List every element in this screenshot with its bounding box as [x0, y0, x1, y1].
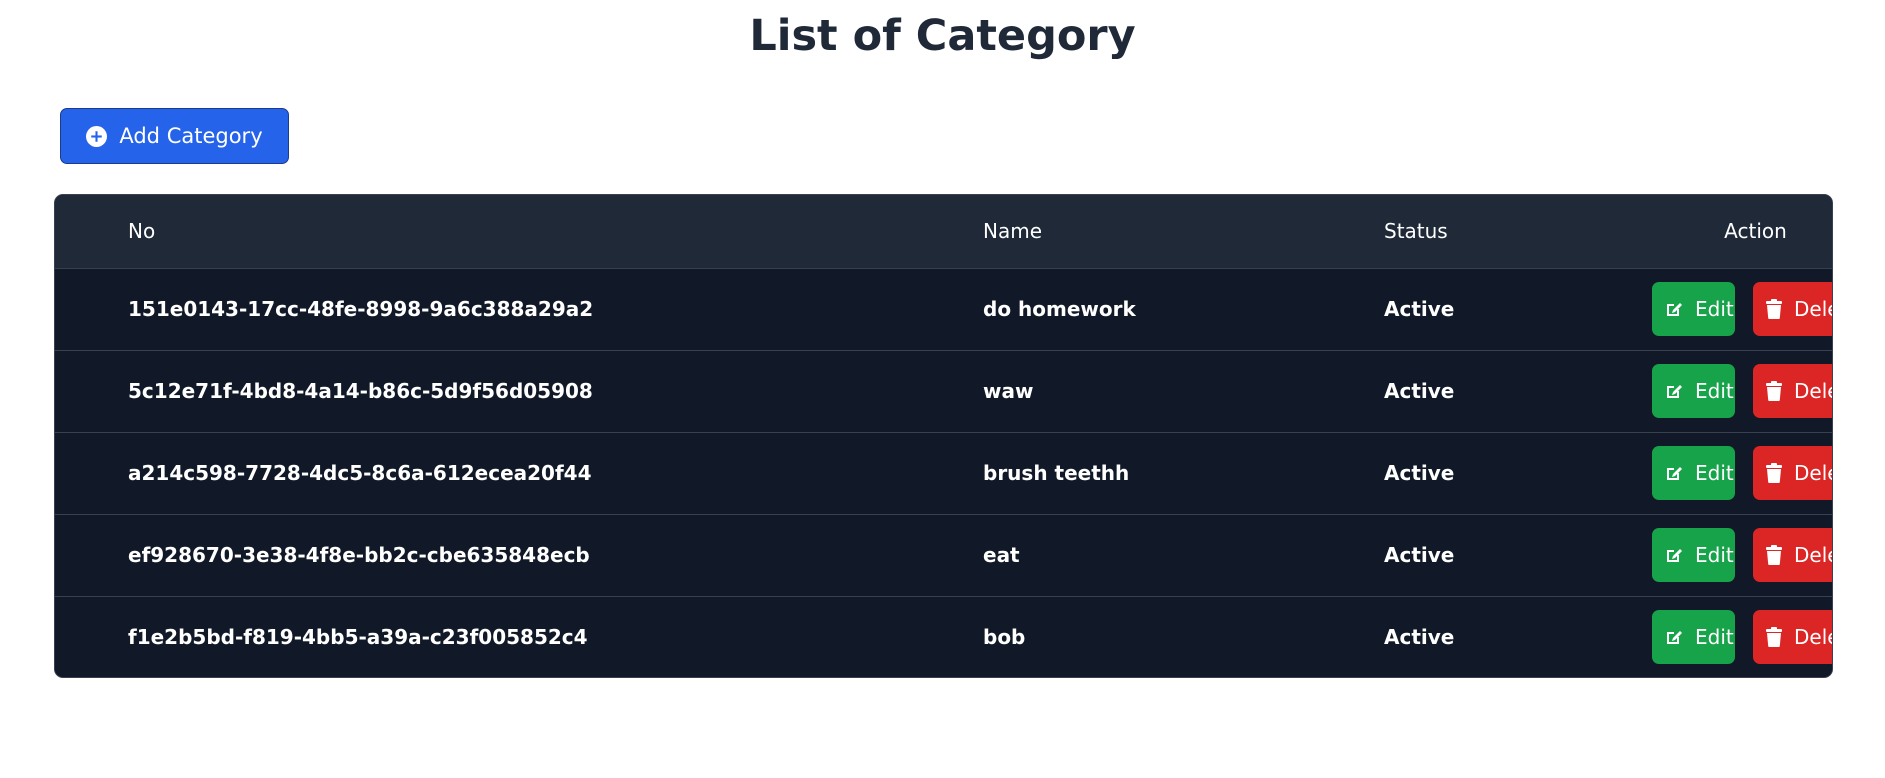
cell-no: 5c12e71f-4bd8-4a14-b86c-5d9f56d05908	[128, 379, 593, 403]
cell-action: Edit Delete	[1604, 596, 1832, 677]
trash-icon	[1765, 299, 1783, 319]
edit-label: Edit	[1695, 543, 1734, 567]
cell-name: brush teethh	[983, 461, 1130, 485]
table-row: a214c598-7728-4dc5-8c6a-612ecea20f44 bru…	[55, 432, 1832, 514]
cell-status: Active	[1384, 297, 1455, 321]
table-row: f1e2b5bd-f819-4bb5-a39a-c23f005852c4 bob…	[55, 596, 1832, 677]
cell-action: Edit Delete	[1604, 432, 1832, 514]
delete-label: Delete	[1794, 625, 1832, 650]
page: List of Category Add Category No Name St…	[0, 0, 1885, 778]
table-header-row: No Name Status Action	[55, 195, 1832, 269]
cell-name: bob	[983, 625, 1026, 650]
category-table: No Name Status Action 151e0143-17cc-48fe…	[54, 194, 1833, 678]
add-category-button[interactable]: Add Category	[60, 108, 289, 164]
trash-icon	[1765, 463, 1783, 483]
delete-button[interactable]: Delete	[1753, 364, 1832, 418]
edit-button[interactable]: Edit	[1652, 610, 1735, 665]
header-no: No	[55, 195, 983, 269]
cell-status: Active	[1384, 625, 1455, 650]
edit-label: Edit	[1695, 625, 1734, 650]
trash-icon	[1765, 381, 1783, 401]
delete-label: Delete	[1794, 461, 1832, 485]
header-name: Name	[983, 195, 1384, 269]
edit-icon	[1664, 463, 1684, 483]
trash-icon	[1765, 627, 1783, 648]
add-category-label: Add Category	[119, 124, 263, 148]
cell-action: Edit Delete	[1604, 268, 1832, 350]
edit-button[interactable]: Edit	[1652, 528, 1735, 582]
header-status: Status	[1384, 195, 1604, 269]
delete-label: Delete	[1794, 379, 1832, 403]
cell-no: 151e0143-17cc-48fe-8998-9a6c388a29a2	[128, 297, 594, 321]
delete-button[interactable]: Delete	[1753, 446, 1832, 500]
edit-icon	[1664, 627, 1684, 647]
edit-label: Edit	[1695, 379, 1734, 403]
cell-status: Active	[1384, 461, 1455, 485]
trash-icon	[1765, 545, 1783, 565]
delete-label: Delete	[1794, 297, 1832, 321]
cell-name: do homework	[983, 297, 1136, 321]
table-row: 151e0143-17cc-48fe-8998-9a6c388a29a2 do …	[55, 268, 1832, 350]
edit-label: Edit	[1695, 297, 1734, 321]
cell-no: f1e2b5bd-f819-4bb5-a39a-c23f005852c4	[128, 625, 588, 650]
delete-button[interactable]: Delete	[1753, 610, 1832, 665]
cell-name: waw	[983, 379, 1034, 403]
header-action: Action	[1604, 195, 1832, 269]
cell-no: ef928670-3e38-4f8e-bb2c-cbe635848ecb	[128, 543, 590, 567]
cell-action: Edit Delete	[1604, 514, 1832, 596]
edit-button[interactable]: Edit	[1652, 282, 1735, 336]
delete-label: Delete	[1794, 543, 1832, 567]
plus-circle-icon	[86, 125, 108, 147]
edit-button[interactable]: Edit	[1652, 364, 1735, 418]
edit-label: Edit	[1695, 461, 1734, 485]
table-row: 5c12e71f-4bd8-4a14-b86c-5d9f56d05908 waw…	[55, 350, 1832, 432]
table-row: ef928670-3e38-4f8e-bb2c-cbe635848ecb eat…	[55, 514, 1832, 596]
delete-button[interactable]: Delete	[1753, 282, 1832, 336]
delete-button[interactable]: Delete	[1753, 528, 1832, 582]
edit-icon	[1664, 381, 1684, 401]
edit-button[interactable]: Edit	[1652, 446, 1735, 500]
edit-icon	[1664, 545, 1684, 565]
cell-status: Active	[1384, 543, 1455, 567]
page-title: List of Category	[749, 11, 1136, 61]
cell-no: a214c598-7728-4dc5-8c6a-612ecea20f44	[128, 461, 592, 485]
cell-name: eat	[983, 543, 1020, 567]
cell-status: Active	[1384, 379, 1455, 403]
cell-action: Edit Delete	[1604, 350, 1832, 432]
edit-icon	[1664, 299, 1684, 319]
